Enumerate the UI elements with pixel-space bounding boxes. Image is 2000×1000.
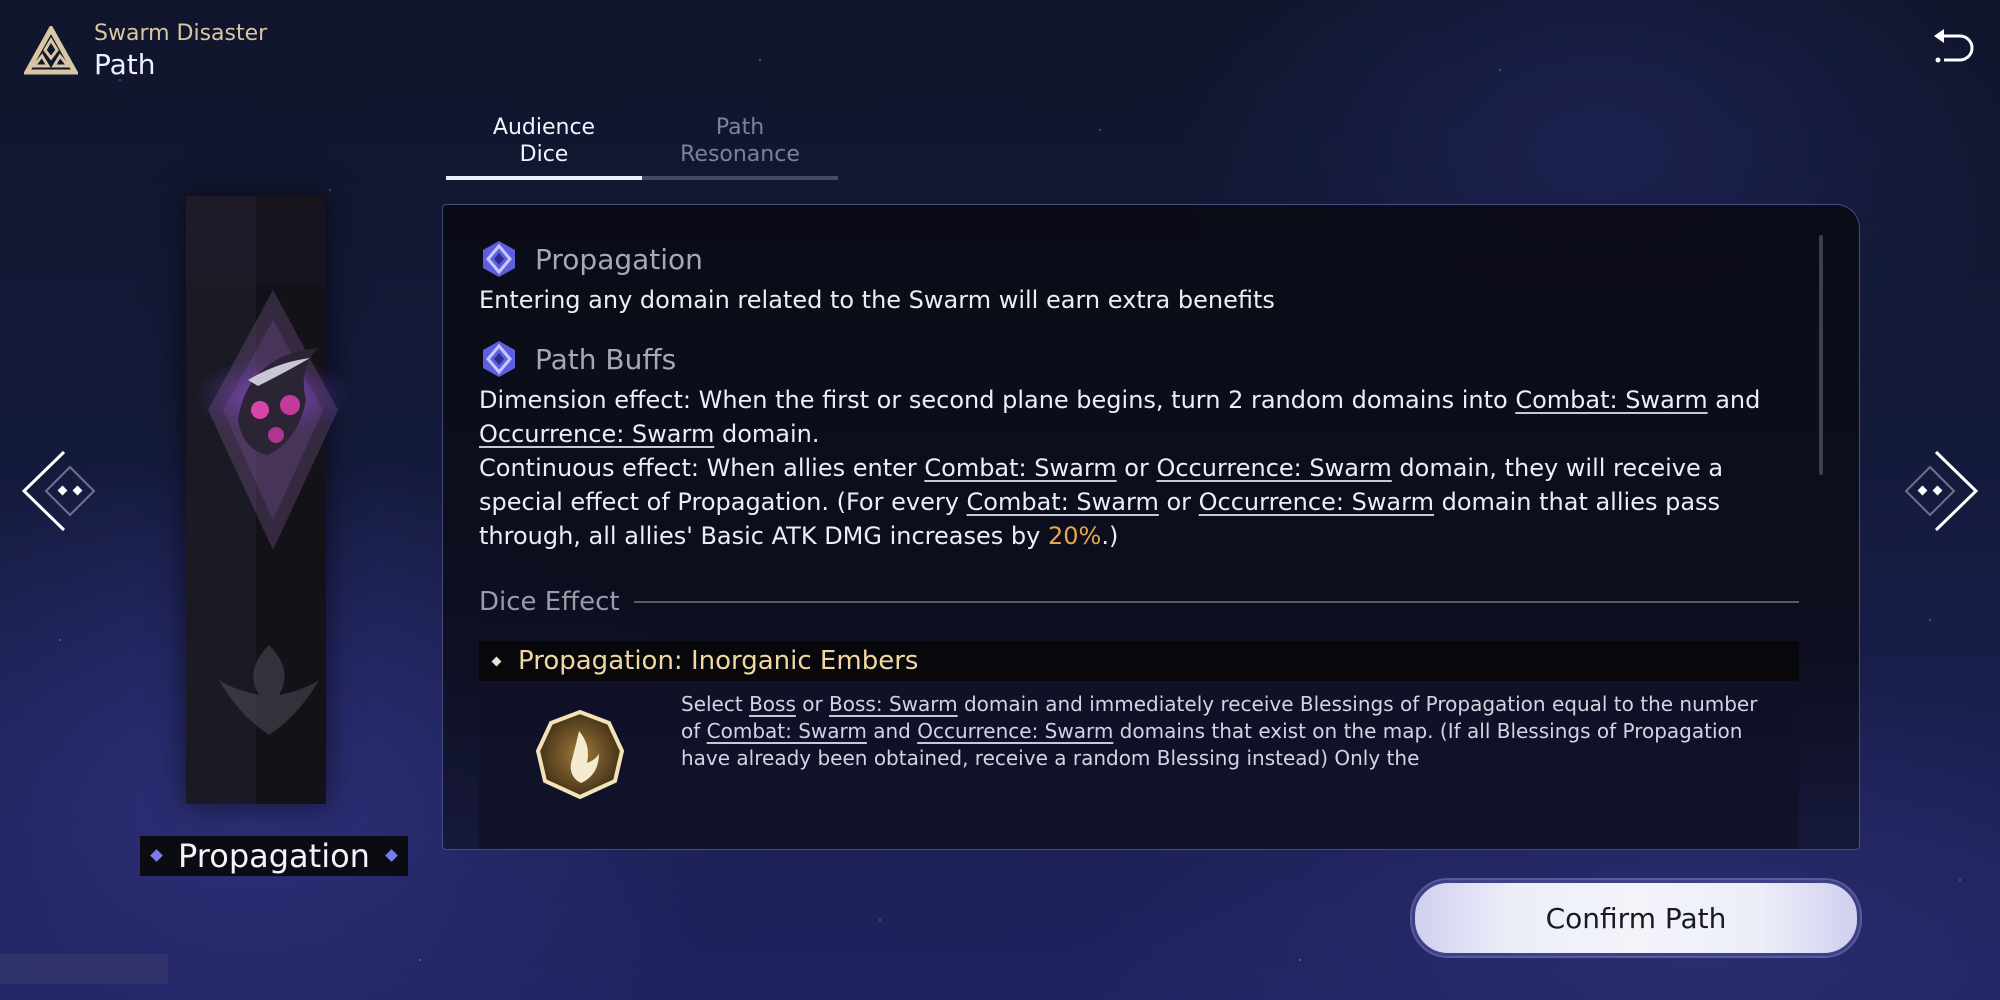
diamond-icon <box>150 849 163 862</box>
text-run: or <box>1116 454 1157 482</box>
page-header: Swarm Disaster Path <box>24 20 267 82</box>
dice-effect-header: Dice Effect <box>479 587 1799 617</box>
text-run: .) <box>1101 522 1119 550</box>
text-run: Select <box>681 692 750 716</box>
page-title: Path <box>94 48 156 81</box>
text-run: or <box>1158 488 1199 516</box>
keyword-link[interactable]: Combat: Swarm <box>707 719 867 743</box>
tab-label: Path <box>715 115 765 140</box>
propagation-description: Entering any domain related to the Swarm… <box>479 286 1275 314</box>
section-header-path-buffs: Path Buffs <box>479 339 1799 379</box>
text-run: domain. <box>714 420 820 448</box>
diamond-icon <box>385 849 398 862</box>
path-hex-icon <box>483 341 515 377</box>
dimension-effect-text: Dimension effect: When the first or seco… <box>479 383 1799 451</box>
corner-decoration <box>0 954 168 984</box>
keyword-link[interactable]: Occurrence: Swarm <box>917 719 1113 743</box>
return-arrow-icon[interactable] <box>1928 26 1978 70</box>
mode-subtitle: Swarm Disaster <box>94 21 268 46</box>
tab-label: Audience <box>492 115 596 140</box>
swarm-path-emblem-icon <box>198 290 348 550</box>
keyword-link[interactable]: Combat: Swarm <box>1515 386 1707 414</box>
tab-bar: Audience Dice Path Resonance <box>446 114 838 180</box>
section-title: Propagation <box>535 242 703 276</box>
chevron-right-icon[interactable] <box>1904 448 1984 534</box>
tab-path-resonance[interactable]: Path Resonance <box>642 114 838 180</box>
keyword-link[interactable]: Occurrence: Swarm <box>1156 454 1391 482</box>
text-run: and <box>1707 386 1761 414</box>
keyword-link[interactable]: Boss <box>749 692 796 716</box>
dice-effect-title-bar: Propagation: Inorganic Embers <box>479 641 1799 681</box>
path-name: Propagation <box>178 837 370 875</box>
divider <box>633 601 1799 603</box>
section-header-propagation: Propagation <box>479 239 1799 279</box>
keyword-link[interactable]: Occurrence: Swarm <box>1199 488 1434 516</box>
path-details-panel: Propagation Entering any domain related … <box>442 204 1860 850</box>
keyword-link[interactable]: Combat: Swarm <box>967 488 1159 516</box>
triangle-emblem-icon <box>24 26 78 75</box>
dice-effect-name: Propagation: Inorganic Embers <box>518 646 919 676</box>
dice-effect-heading: Dice Effect <box>479 587 620 617</box>
path-card-pillar-top <box>186 196 326 286</box>
keyword-link[interactable]: Occurrence: Swarm <box>479 420 714 448</box>
tab-audience-dice[interactable]: Audience Dice <box>446 114 642 180</box>
text-run: Continuous effect: When allies enter <box>479 454 925 482</box>
section-title: Path Buffs <box>535 342 677 376</box>
highlight-value: 20% <box>1047 522 1102 550</box>
text-run: or <box>795 692 830 716</box>
keyword-link[interactable]: Combat: Swarm <box>924 454 1116 482</box>
continuous-effect-text: Continuous effect: When allies enter Com… <box>479 451 1799 553</box>
text-run: Dimension effect: When the first or seco… <box>479 386 1516 414</box>
dice-effect-description: Select Boss or Boss: Swarm domain and im… <box>681 691 1769 772</box>
dice-effect-body: Select Boss or Boss: Swarm domain and im… <box>479 681 1799 849</box>
path-name-label: Propagation <box>140 836 408 876</box>
text-run: and <box>866 719 918 743</box>
panel-content: Propagation Entering any domain related … <box>479 239 1799 849</box>
tab-label: Resonance <box>680 142 800 167</box>
confirm-path-label: Confirm Path <box>1545 901 1727 935</box>
keyword-link[interactable]: Boss: Swarm <box>829 692 958 716</box>
faint-path-emblem-icon <box>219 645 319 735</box>
chevron-left-icon[interactable] <box>16 448 96 534</box>
flame-icon <box>535 709 625 799</box>
confirm-path-button[interactable]: Confirm Path <box>1412 880 1860 956</box>
tab-label: Dice <box>519 142 569 167</box>
scrollbar[interactable] <box>1819 235 1823 475</box>
diamond-icon <box>491 656 502 666</box>
path-hex-icon <box>483 241 515 277</box>
